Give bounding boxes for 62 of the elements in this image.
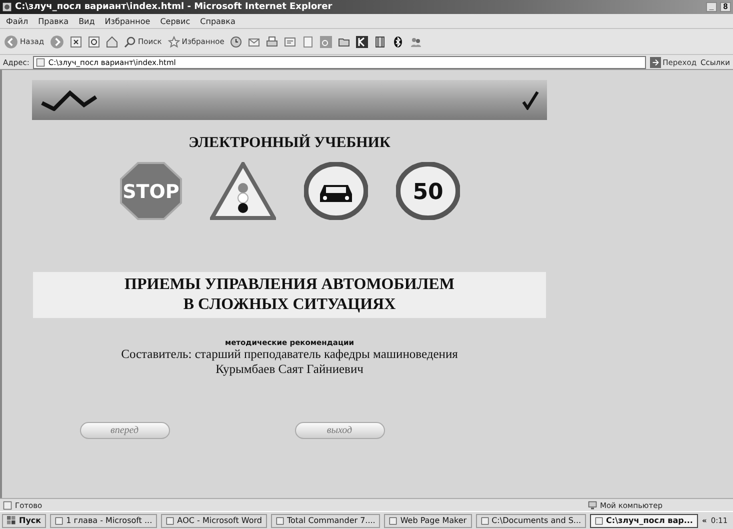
start-button[interactable]: Пуск xyxy=(2,514,46,528)
window-title: C:\злуч_посл вариант\index.html - Microsoft Internet Explorer xyxy=(15,2,334,12)
clock-icon xyxy=(230,36,242,48)
people-icon xyxy=(410,36,422,48)
taskbar-button[interactable]: C:\Documents and S... xyxy=(476,514,586,528)
window-icon xyxy=(276,516,284,524)
taskbar-button[interactable]: АОС - Microsoft Word xyxy=(161,514,267,528)
window-control-button[interactable]: _ xyxy=(706,2,717,12)
page-icon xyxy=(3,500,12,510)
toolbar-button[interactable] xyxy=(70,36,82,48)
window-control-button[interactable]: 8 xyxy=(720,2,731,12)
menu-item[interactable]: Справка xyxy=(200,16,236,26)
nav-button[interactable]: вперед xyxy=(80,422,170,439)
zigzag-icon xyxy=(40,90,98,110)
window-icon xyxy=(389,516,398,524)
document-icon xyxy=(284,36,296,48)
toolbar-button[interactable] xyxy=(230,36,242,48)
author-text: Курымбаев Саят Гайниевич xyxy=(216,362,364,377)
no-cars-sign xyxy=(304,162,368,220)
page-icon xyxy=(302,36,314,48)
menu-item[interactable]: Файл xyxy=(6,16,28,26)
window-icon xyxy=(480,516,489,524)
menu-item[interactable]: Избранное xyxy=(104,16,150,26)
taskbar-button[interactable]: C:\злуч_посл вар... xyxy=(590,514,698,528)
nav-button[interactable]: выход xyxy=(294,422,384,439)
sign-text: 50 xyxy=(412,180,443,205)
page-icon xyxy=(36,58,46,66)
folder-icon xyxy=(338,36,350,48)
author-text: Составитель: старший преподаватель кафедры машиноведения xyxy=(121,347,458,362)
envelope-icon xyxy=(248,36,260,48)
book-title: В СЛОЖНЫХ СИТУАЦИЯХ xyxy=(183,295,396,315)
taskbar-button[interactable]: Total Commander 7.... xyxy=(270,514,380,528)
page-heading: ЭЛЕКТРОННЫЙ УЧЕБНИК xyxy=(188,135,390,152)
menu-item[interactable]: Сервис xyxy=(160,16,190,26)
toolbar-button[interactable] xyxy=(392,36,404,48)
arrow-icon xyxy=(650,56,661,68)
traffic-light-sign xyxy=(210,162,276,220)
window-icon xyxy=(595,516,604,524)
sign-text: STOP xyxy=(122,181,179,203)
checkmark-icon xyxy=(522,90,539,110)
search-icon xyxy=(124,36,136,48)
taskbar-button[interactable]: 1 глава - Microsoft ... xyxy=(50,514,158,528)
back-icon xyxy=(4,34,18,48)
toolbar-button[interactable] xyxy=(356,36,368,48)
film-icon xyxy=(374,36,386,48)
square-icon xyxy=(320,36,332,48)
taskbar-button[interactable]: Web Page Maker xyxy=(384,514,472,528)
computer-icon xyxy=(588,500,597,510)
book-title: ПРИЕМЫ УПРАВЛЕНИЯ АВТОМОБИЛЕМ xyxy=(124,275,454,295)
toolbar-button[interactable] xyxy=(374,36,386,48)
menu-item[interactable]: Правка xyxy=(38,16,69,26)
menu-item[interactable]: Вид xyxy=(78,16,95,26)
window-icon xyxy=(166,516,174,524)
windows-icon xyxy=(7,516,16,525)
close-icon xyxy=(70,36,82,48)
forward-icon xyxy=(50,34,64,48)
star-icon xyxy=(168,36,180,48)
k-icon xyxy=(356,36,368,48)
home-icon xyxy=(106,36,118,48)
printer-icon xyxy=(266,36,278,48)
window-icon xyxy=(55,516,64,524)
bluetooth-icon xyxy=(392,36,404,48)
